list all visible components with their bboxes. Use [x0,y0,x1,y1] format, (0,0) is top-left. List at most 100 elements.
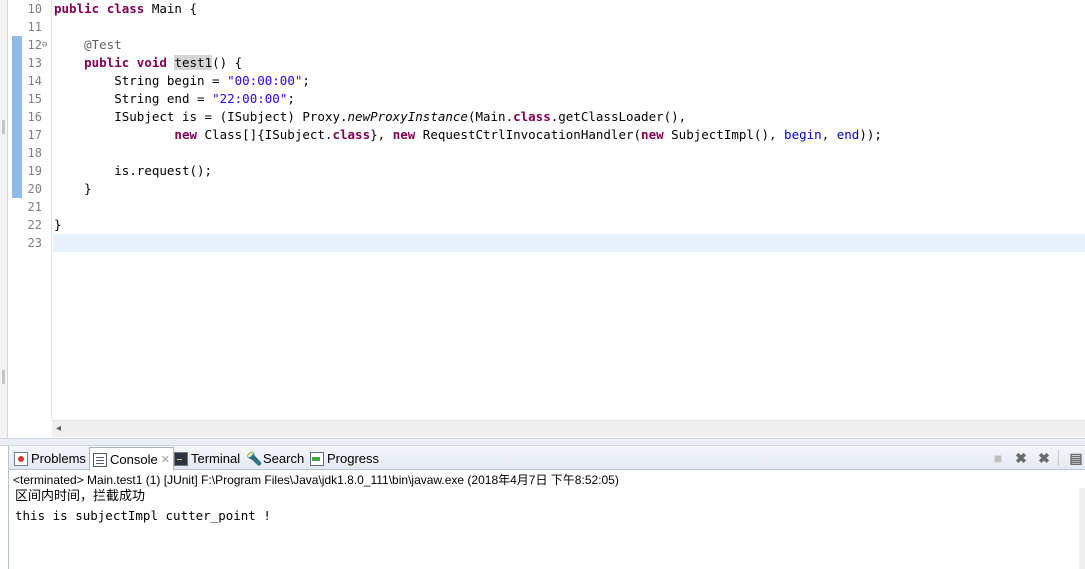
code-text: = (ISubject) Proxy. [197,109,348,124]
view-sash[interactable] [0,438,1085,446]
strip-marker [2,370,5,384]
tab-label: Search [263,451,305,466]
console-output-line: 区间内时间，拦截成功 [15,489,146,504]
code-text: .request(); [129,163,213,178]
keyword: class [513,109,551,124]
line-number: 10 [27,2,42,16]
current-line-highlight [53,234,1085,252]
tab-terminal[interactable]: Terminal [171,447,243,470]
line-number: 22 [27,218,42,232]
remove-all-terminated-icon[interactable]: ✖ [1034,448,1054,468]
keyword: new [392,127,416,142]
code-text: (Main. [467,109,514,124]
console-icon [93,452,107,467]
tab-problems[interactable]: Problems [11,447,89,470]
keyword: class [332,127,371,142]
tab-label: Console [110,452,158,467]
keyword: new [641,127,664,142]
code-text: String end = [114,91,213,106]
problems-icon [14,451,28,466]
strip-marker [2,120,5,134]
code-editor[interactable]: 10 11 12 ⊖ 13 14 15 16 17 18 19 20 21 22… [0,0,1085,438]
field-reference: begin [784,127,822,142]
line-number: 18 [27,146,42,160]
tab-label: Progress [327,451,380,466]
scroll-left-arrow-icon[interactable]: ◂ [56,422,61,436]
keyword: public [84,55,130,70]
annotation: @Test [84,37,122,52]
close-icon[interactable]: ✕ [161,453,170,466]
tab-label: Problems [31,451,86,466]
code-text: .getClassLoader(), [550,109,687,124]
variable: is [114,163,130,178]
line-number: 13 [27,56,42,70]
line-number: 16 [27,110,42,124]
method-name-highlight: test1 [174,55,213,70]
tab-console[interactable]: Console ✕ [89,447,174,471]
toolbar-separator [1058,450,1059,466]
tab-search[interactable]: 🔦 Search [243,447,307,470]
keyword: class [106,1,145,16]
code-text: Class[]{ISubject. [197,127,333,142]
code-line-13[interactable]: public void test1() { [54,54,242,72]
editor-left-strip [0,0,8,438]
code-line-19[interactable]: is.request(); [54,162,212,180]
progress-icon [310,451,324,466]
code-text: String begin = [114,73,228,88]
tab-label: Terminal [191,451,241,466]
string-literal: "22:00:00" [212,91,288,106]
code-line-16[interactable]: ISubject is = (ISubject) Proxy.newProxyI… [54,108,686,126]
terminal-icon [174,451,188,466]
line-number: 19 [27,164,42,178]
console-output[interactable]: 区间内时间，拦截成功 this is subjectImpl cutter_po… [15,488,271,526]
code-line-14[interactable]: String begin = "00:00:00"; [54,72,310,90]
line-number: 21 [27,200,42,214]
search-icon: 🔦 [246,450,263,466]
line-number: 15 [27,92,42,106]
code-text: () { [212,55,243,70]
code-line-20[interactable]: } [54,180,92,198]
terminate-icon[interactable]: ■ [988,448,1008,468]
static-method-call: newProxyInstance [347,109,468,124]
line-number: 14 [27,74,42,88]
line-number: 17 [27,128,42,142]
code-text: }, [370,127,393,142]
remove-launch-icon[interactable]: ✖ [1011,448,1031,468]
tab-progress[interactable]: Progress [307,447,382,470]
editor-horizontal-scrollbar[interactable]: ◂ [52,420,1085,437]
code-text: } [84,181,92,196]
code-text: , [821,127,837,142]
code-text: )); [859,127,882,142]
code-line-17[interactable]: new Class[]{ISubject.class}, new Request… [54,126,882,144]
code-text: SubjectImpl(), [663,127,785,142]
line-number: 23 [27,236,42,250]
keyword: void [136,55,167,70]
console-process-label: <terminated> Main.test1 (1) [JUnit] F:\P… [13,473,619,487]
code-text: ; [302,73,310,88]
code-text: ; [287,91,295,106]
line-number: 11 [27,20,42,34]
code-line-12[interactable]: @Test [54,36,122,54]
code-text: ISubject [114,109,182,124]
code-line-22[interactable]: } [54,216,62,234]
field-reference: end [836,127,860,142]
gutter-separator [51,0,52,420]
string-literal: "00:00:00" [227,73,303,88]
code-line-15[interactable]: String end = "22:00:00"; [54,90,295,108]
line-number: 12 [27,38,42,52]
code-text: RequestCtrlInvocationHandler( [415,127,642,142]
change-ruler [12,36,22,198]
code-text: } [54,217,62,232]
line-number: 20 [27,182,42,196]
keyword: new [174,127,197,142]
code-line-10[interactable]: public class Main { [54,0,197,18]
console-vertical-scrollbar[interactable] [1079,488,1085,569]
console-toolbar: ■ ✖ ✖ ▤ [985,446,1085,470]
console-output-line: this is subjectImpl cutter_point ! [15,508,271,523]
variable: is [181,109,198,124]
view-tab-bar: Problems Console ✕ Terminal 🔦 Search Pro… [9,446,1085,471]
keyword: public [54,1,100,16]
fold-collapse-icon[interactable]: ⊖ [42,36,47,54]
console-view: Problems Console ✕ Terminal 🔦 Search Pro… [8,446,1085,569]
clear-console-icon[interactable]: ▤ [1066,448,1085,468]
